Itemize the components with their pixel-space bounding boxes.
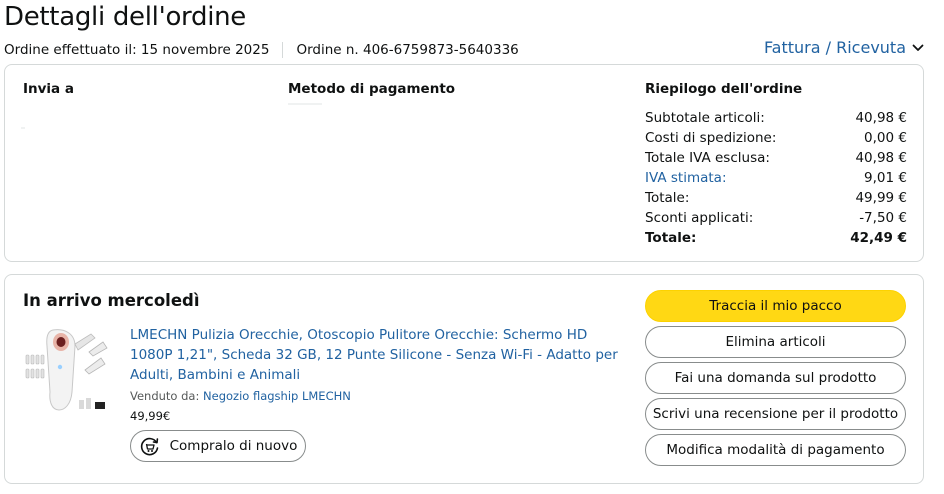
shipment-card: In arrivo mercoledì LMECHN Pulizia Orecc… — [4, 274, 924, 484]
remove-items-button[interactable]: Elimina articoli — [645, 326, 906, 358]
order-date: Ordine effettuato il: 15 novembre 2025 — [4, 42, 270, 58]
summary-row-subtotal: Subtotale articoli: 40,98 € — [645, 108, 907, 128]
summary-value: 9,01 € — [864, 170, 907, 186]
summary-value: 40,98 € — [855, 150, 907, 166]
page-title: Dettagli dell'ordine — [4, 2, 246, 32]
change-payment-button[interactable]: Modifica modalità di pagamento — [645, 434, 906, 466]
summary-label: Totale: — [645, 190, 690, 206]
product-price: 49,99€ — [130, 409, 171, 423]
summary-value: 40,98 € — [855, 110, 907, 126]
order-summary-heading: Riepilogo dell'ordine — [645, 81, 803, 97]
order-actions: Traccia il mio pacco Elimina articoli Fa… — [645, 290, 906, 470]
summary-row-vat: IVA stimata: 9,01 € — [645, 168, 907, 188]
summary-row-net: Totale IVA esclusa: 40,98 € — [645, 148, 907, 168]
payment-placeholder — [288, 103, 322, 105]
ask-product-question-button[interactable]: Fai una domanda sul prodotto — [645, 362, 906, 394]
order-details-card: Invia a Metodo di pagamento Riepilogo de… — [4, 64, 924, 262]
ship-to-heading: Invia a — [23, 81, 74, 97]
summary-value: 42,49 € — [850, 230, 907, 246]
track-package-button[interactable]: Traccia il mio pacco — [645, 290, 906, 322]
summary-label: Costi di spedizione: — [645, 130, 777, 146]
seller-link[interactable]: Negozio flagship LMECHN — [203, 389, 351, 403]
invoice-link-label: Fattura / Ricevuta — [763, 38, 906, 57]
summary-row-shipping: Costi di spedizione: 0,00 € — [645, 128, 907, 148]
vat-link[interactable]: IVA stimata: — [645, 168, 727, 188]
meta-divider — [282, 42, 284, 58]
summary-label: Subtotale articoli: — [645, 110, 765, 126]
product-title-link[interactable]: LMECHN Pulizia Orecchie, Otoscopio Pulit… — [130, 325, 620, 385]
summary-label: Sconti applicati: — [645, 210, 754, 226]
summary-row-grand-total: Totale: 42,49 € — [645, 228, 907, 248]
summary-label: Totale: — [645, 230, 697, 246]
buy-again-button[interactable]: Compralo di nuovo — [130, 430, 306, 462]
sold-by-label: Venduto da: — [130, 389, 200, 403]
payment-method-heading: Metodo di pagamento — [288, 81, 456, 97]
summary-row-total: Totale: 49,99 € — [645, 188, 907, 208]
product-image[interactable] — [23, 322, 117, 418]
summary-value: 0,00 € — [864, 130, 907, 146]
summary-value: 49,99 € — [855, 190, 907, 206]
summary-label: Totale IVA esclusa: — [645, 150, 770, 166]
buy-again-icon — [140, 437, 158, 456]
address-placeholder — [21, 127, 25, 129]
summary-row-discounts: Sconti applicati: -7,50 € — [645, 208, 907, 228]
order-number: Ordine n. 406-6759873-5640336 — [296, 42, 519, 58]
arrival-status: In arrivo mercoledì — [23, 291, 200, 310]
order-meta: Ordine effettuato il: 15 novembre 2025 O… — [4, 42, 519, 58]
summary-value: -7,50 € — [859, 210, 907, 226]
buy-again-label: Compralo di nuovo — [169, 438, 298, 454]
invoice-link[interactable]: Fattura / Ricevuta — [764, 38, 924, 57]
order-summary: Subtotale articoli: 40,98 € Costi di spe… — [645, 108, 907, 248]
chevron-down-icon — [912, 44, 924, 51]
sold-by: Venduto da: Negozio flagship LMECHN — [130, 389, 351, 403]
write-review-button[interactable]: Scrivi una recensione per il prodotto — [645, 398, 906, 430]
